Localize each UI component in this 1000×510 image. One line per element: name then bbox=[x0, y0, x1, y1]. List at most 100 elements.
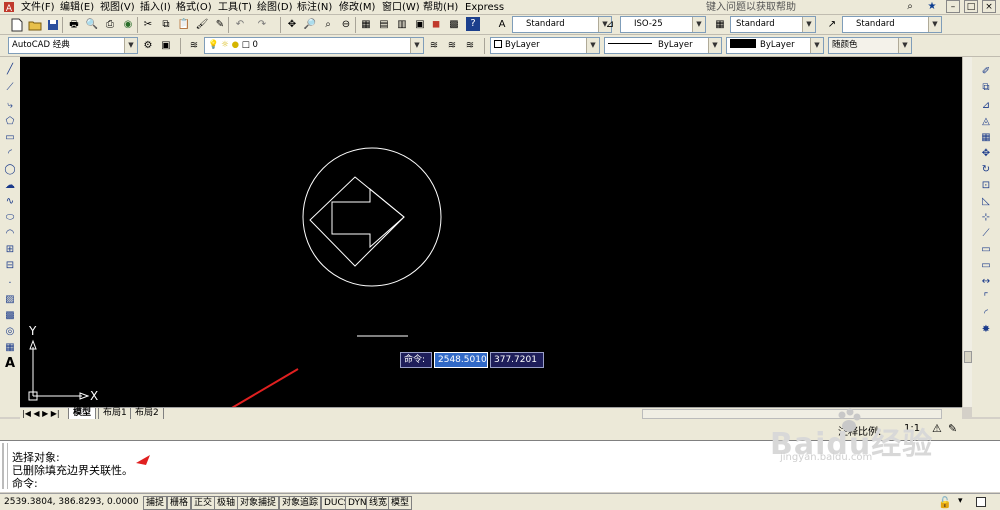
menu-help[interactable]: 帮助(H) bbox=[423, 1, 458, 14]
print-icon[interactable]: 🖶 bbox=[66, 17, 82, 33]
rectangle-icon[interactable]: ▭ bbox=[2, 131, 18, 145]
move-icon[interactable]: ✥ bbox=[978, 147, 994, 161]
arc-icon[interactable]: ◜ bbox=[2, 147, 18, 161]
horizontal-scrollbar[interactable] bbox=[642, 409, 942, 419]
drawing-circle[interactable] bbox=[302, 147, 442, 287]
workspace-select[interactable]: AutoCAD 经典 ▼ bbox=[8, 37, 138, 54]
tool-palettes-icon[interactable]: ▥ bbox=[394, 17, 410, 33]
drawing-diamond[interactable] bbox=[309, 176, 405, 267]
mleader-style-icon[interactable]: ↗ bbox=[824, 17, 840, 33]
annotation-scale-value[interactable]: 1:1 bbox=[904, 423, 920, 434]
break-at-point-icon[interactable]: ▭ bbox=[978, 243, 994, 257]
zoom-realtime-icon[interactable]: 🔎 bbox=[302, 17, 318, 33]
region-icon[interactable]: ◎ bbox=[2, 325, 18, 339]
command-prompt[interactable]: 命令: bbox=[12, 478, 38, 490]
save-icon[interactable] bbox=[45, 17, 61, 33]
snap-toggle[interactable]: 捕捉 bbox=[143, 496, 168, 510]
table-icon[interactable]: ▦ bbox=[2, 341, 18, 355]
layer-select[interactable]: 💡 ☼ ● □ 0 ▼ bbox=[204, 37, 424, 54]
zoom-previous-icon[interactable]: ⊖ bbox=[338, 17, 354, 33]
help-search-input[interactable]: 键入问题以获取帮助 bbox=[706, 1, 796, 14]
publish-web-icon[interactable]: ◉ bbox=[120, 17, 136, 33]
scale-icon[interactable]: ⊡ bbox=[978, 179, 994, 193]
layer-manager-icon[interactable]: ≋ bbox=[186, 38, 202, 54]
block-editor-icon[interactable]: ✎ bbox=[212, 17, 228, 33]
color-select[interactable]: ByLayer ▼ bbox=[490, 37, 600, 54]
explode-icon[interactable]: ✸ bbox=[978, 323, 994, 337]
text-style-icon[interactable]: A bbox=[494, 17, 510, 33]
menu-draw[interactable]: 绘图(D) bbox=[257, 1, 293, 14]
offset-icon[interactable]: ◬ bbox=[978, 115, 994, 129]
zoom-window-icon[interactable]: ⌕ bbox=[320, 17, 336, 33]
stretch-icon[interactable]: ◺ bbox=[978, 195, 994, 209]
layer-states-icon[interactable]: ≋ bbox=[462, 38, 478, 54]
line-tool-icon[interactable]: ╱ bbox=[2, 63, 18, 77]
menu-dimension[interactable]: 标注(N) bbox=[297, 1, 332, 14]
polygon-icon[interactable]: ⬠ bbox=[2, 115, 18, 129]
open-folder-icon[interactable] bbox=[27, 17, 43, 33]
markup-icon[interactable]: ◼ bbox=[428, 17, 444, 33]
publish-icon[interactable]: ⎙ bbox=[102, 17, 118, 33]
join-icon[interactable]: ↔ bbox=[978, 275, 994, 289]
menu-edit[interactable]: 编辑(E) bbox=[60, 1, 94, 14]
pan-icon[interactable]: ✥ bbox=[284, 17, 300, 33]
annotation-autoscale-icon[interactable]: ✎ bbox=[948, 422, 957, 435]
osnap-toggle[interactable]: 对象捕捉 bbox=[237, 496, 280, 510]
menu-tools[interactable]: 工具(T) bbox=[218, 1, 252, 14]
extend-icon[interactable]: ⟋ bbox=[978, 227, 994, 241]
construction-line-icon[interactable]: ⟋ bbox=[2, 81, 18, 95]
close-icon[interactable]: × bbox=[982, 0, 996, 13]
ellipse-arc-icon[interactable]: ◠ bbox=[2, 227, 18, 241]
ortho-toggle[interactable]: 正交 bbox=[191, 496, 216, 510]
mirror-icon[interactable]: ⊿ bbox=[978, 99, 994, 113]
undo-icon[interactable]: ↶ bbox=[232, 17, 248, 33]
redo-icon[interactable]: ↷ bbox=[254, 17, 270, 33]
text-style-select[interactable]: Standard ▼ bbox=[512, 16, 612, 33]
layer-previous-icon[interactable]: ≋ bbox=[444, 38, 460, 54]
drawing-arrow-shape[interactable] bbox=[331, 187, 405, 249]
multiline-text-icon[interactable]: A bbox=[2, 357, 18, 371]
vertical-scroll-thumb[interactable] bbox=[964, 351, 972, 363]
dim-style-select[interactable]: ISO-25 ▼ bbox=[620, 16, 706, 33]
menu-express[interactable]: Express bbox=[465, 1, 504, 14]
search-icon[interactable]: ⌕ bbox=[902, 0, 918, 15]
erase-icon[interactable]: ✐ bbox=[978, 65, 994, 79]
dim-style-icon[interactable]: ⊿ bbox=[602, 17, 618, 33]
otrack-toggle[interactable]: 对象追踪 bbox=[279, 496, 322, 510]
help-icon[interactable]: ? bbox=[466, 17, 480, 31]
lineweight-toggle[interactable]: 线宽 bbox=[366, 496, 391, 510]
trim-icon[interactable]: ⊹ bbox=[978, 211, 994, 225]
design-center-icon[interactable]: ▤ bbox=[376, 17, 392, 33]
clean-screen-icon[interactable] bbox=[976, 497, 986, 507]
menu-file[interactable]: 文件(F) bbox=[21, 1, 55, 14]
sheet-set-icon[interactable]: ▣ bbox=[412, 17, 428, 33]
workspace-settings-icon[interactable]: ⚙ bbox=[140, 38, 156, 54]
linetype-select[interactable]: ByLayer ▼ bbox=[604, 37, 722, 54]
hatch-icon[interactable]: ▨ bbox=[2, 293, 18, 307]
make-block-icon[interactable]: ⊟ bbox=[2, 259, 18, 273]
array-icon[interactable]: ▦ bbox=[978, 131, 994, 145]
match-properties-icon[interactable]: 🖌 bbox=[194, 17, 210, 33]
menu-view[interactable]: 视图(V) bbox=[100, 1, 135, 14]
annotation-visibility-icon[interactable]: ⚠ bbox=[932, 422, 942, 435]
dynamic-input-x-field[interactable]: 2548.5010 bbox=[434, 352, 488, 368]
properties-icon[interactable]: ▦ bbox=[358, 17, 374, 33]
tab-scroll-buttons[interactable]: |◀ ◀ ▶ ▶| bbox=[22, 408, 60, 419]
new-file-icon[interactable] bbox=[9, 17, 25, 33]
star-icon[interactable]: ★ bbox=[924, 0, 940, 15]
chamfer-icon[interactable]: ⌜ bbox=[978, 291, 994, 305]
menu-modify[interactable]: 修改(M) bbox=[339, 1, 375, 14]
revision-cloud-icon[interactable]: ☁ bbox=[2, 179, 18, 193]
vertical-scrollbar[interactable] bbox=[962, 57, 972, 407]
menu-format[interactable]: 格式(O) bbox=[176, 1, 212, 14]
command-window-grip[interactable] bbox=[2, 443, 8, 489]
gradient-icon[interactable]: ▩ bbox=[2, 309, 18, 323]
copy-object-icon[interactable]: ⧉ bbox=[978, 81, 994, 95]
plot-style-select[interactable]: 随颜色 ▼ bbox=[828, 37, 912, 54]
lineweight-select[interactable]: ByLayer ▼ bbox=[726, 37, 824, 54]
ellipse-icon[interactable]: ⬭ bbox=[2, 211, 18, 225]
spline-icon[interactable]: ∿ bbox=[2, 195, 18, 209]
point-icon[interactable]: · bbox=[2, 277, 18, 291]
table-style-icon[interactable]: ▦ bbox=[712, 17, 728, 33]
dynamic-input-y-field[interactable]: 377.7201 bbox=[490, 352, 544, 368]
